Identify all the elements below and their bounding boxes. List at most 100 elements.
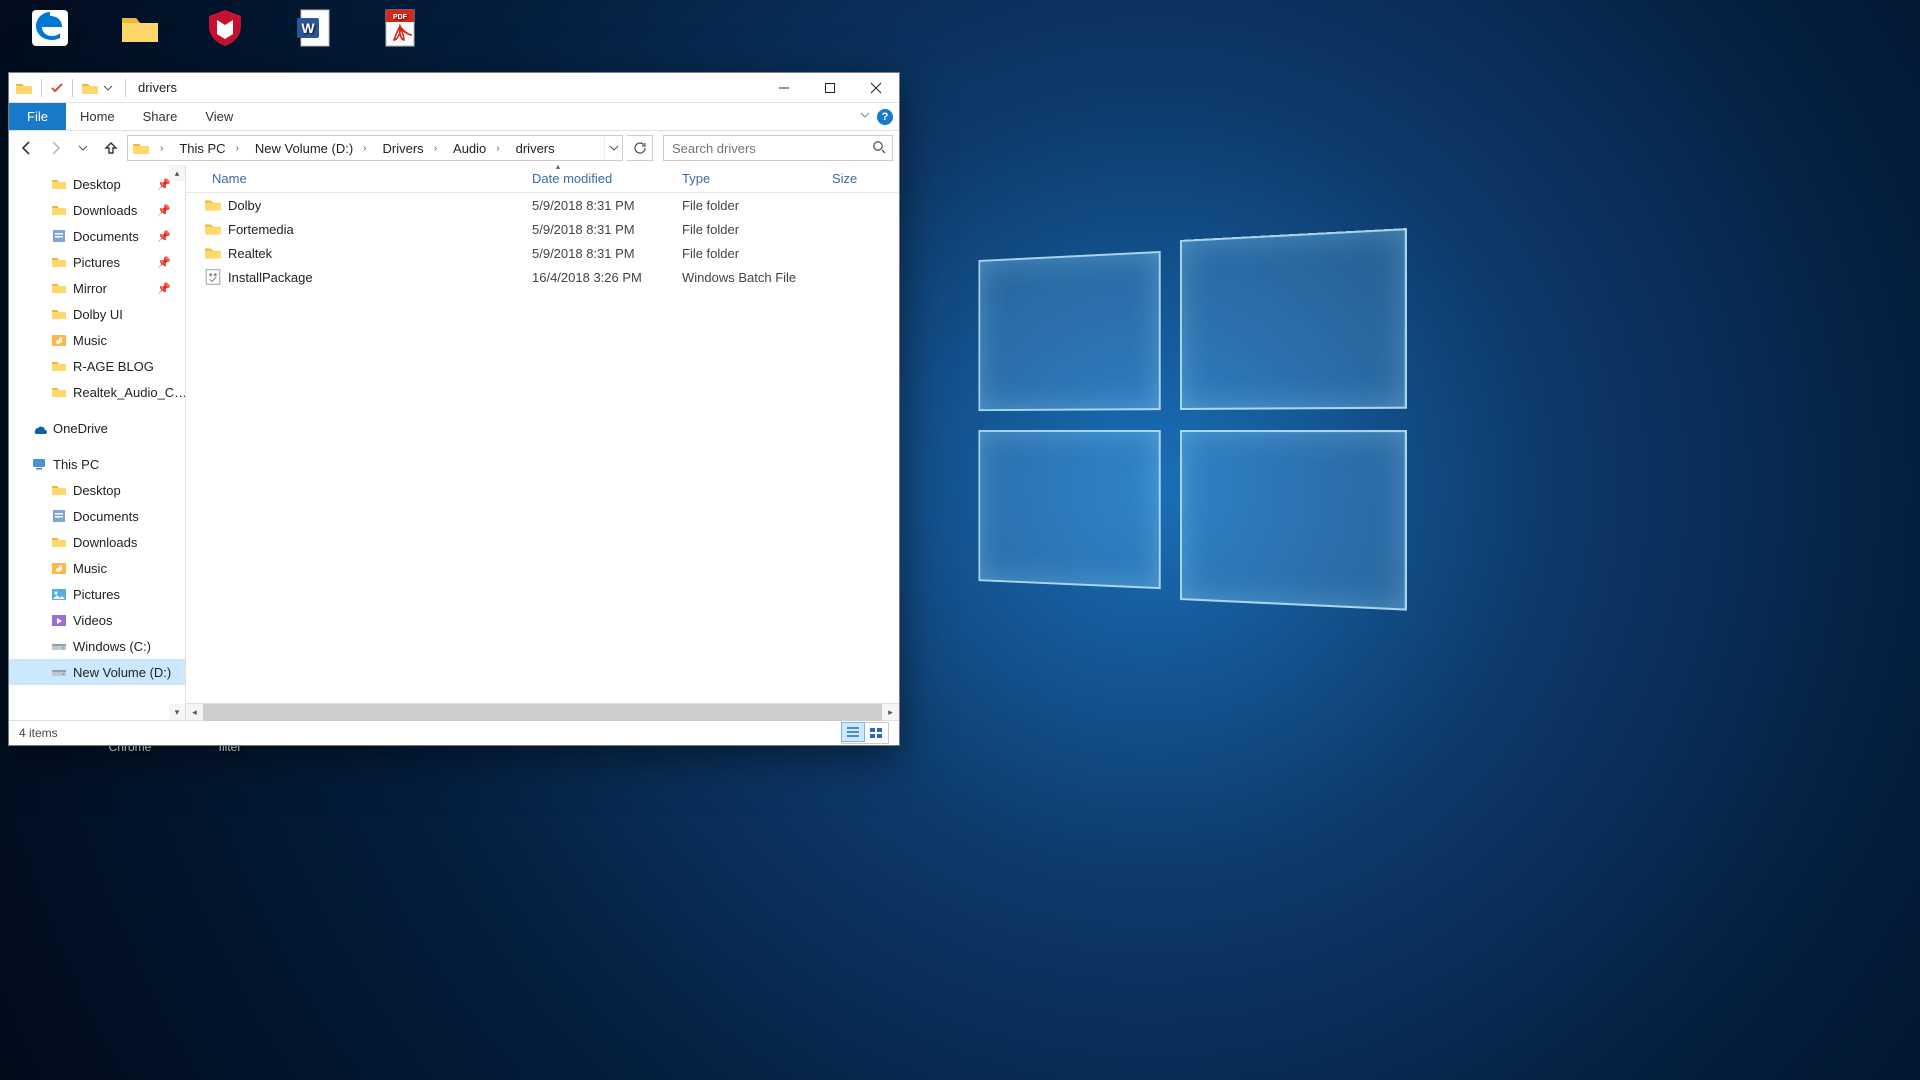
scroll-down-button[interactable]: ▾ [169,704,185,720]
nav-quick-item[interactable]: Downloads📌 [9,197,185,223]
nav-item-label: OneDrive [53,421,108,436]
column-type[interactable]: Type [674,171,824,186]
desktop-icon-word[interactable]: W [275,6,355,54]
file-name: Fortemedia [228,222,524,237]
desktop-icon-mcafee[interactable] [185,6,265,54]
folder-icon [51,482,67,498]
breadcrumb-segment[interactable]: Audio [443,136,490,160]
pin-icon: 📌 [157,256,171,269]
drive-icon [51,664,67,680]
maximize-button[interactable] [807,73,853,103]
folder-icon [204,244,222,262]
tab-file[interactable]: File [9,103,66,130]
minimize-button[interactable] [761,73,807,103]
breadcrumb-segment[interactable]: Drivers [373,136,428,160]
nav-item-label: Music [73,561,107,576]
nav-quick-item[interactable]: Pictures 📌 [9,249,185,275]
nav-pc-item[interactable]: Music [9,555,185,581]
checkmark-icon[interactable] [50,81,64,95]
nav-quick-item[interactable]: Dolby UI [9,301,185,327]
file-row[interactable]: InstallPackage16/4/2018 3:26 PMWindows B… [186,265,899,289]
tab-view[interactable]: View [191,103,247,130]
file-date: 5/9/2018 8:31 PM [524,198,674,213]
forward-button[interactable] [43,136,67,160]
scroll-left-button[interactable]: ◂ [186,704,203,721]
nav-item-label: Pictures [73,255,120,270]
refresh-button[interactable] [627,135,653,161]
nav-quick-item[interactable]: R-AGE BLOG [9,353,185,379]
search-box[interactable] [663,135,893,161]
chevron-right-icon[interactable]: › [357,143,372,154]
file-row[interactable]: Realtek5/9/2018 8:31 PMFile folder [186,241,899,265]
chevron-right-icon[interactable]: › [230,143,245,154]
library-icon [51,228,67,244]
nav-quick-item[interactable]: Desktop📌 [9,171,185,197]
folder-icon [204,196,222,214]
nav-item-label: Desktop [73,177,121,192]
nav-onedrive[interactable]: OneDrive [9,415,185,441]
file-type: File folder [674,198,824,213]
nav-pc-item[interactable]: New Volume (D:) [9,659,185,685]
folder-icon [118,6,162,50]
scroll-right-button[interactable]: ▸ [882,704,899,721]
folder-icon[interactable] [81,79,99,97]
nav-quick-item[interactable]: Mirror📌 [9,275,185,301]
titlebar[interactable]: drivers [9,73,899,103]
column-date[interactable]: Date modified [524,171,674,186]
chevron-down-icon[interactable] [604,136,622,160]
breadcrumb-segment[interactable]: New Volume (D:) [245,136,357,160]
folder-icon [51,280,67,296]
help-button[interactable]: ? [877,109,893,125]
breadcrumb-segment[interactable]: This PC [169,136,229,160]
details-view-button[interactable] [841,722,865,742]
folder-icon [15,79,33,97]
chevron-down-icon[interactable] [859,109,871,124]
up-button[interactable] [99,136,123,160]
nav-pc-item[interactable]: Pictures [9,581,185,607]
nav-quick-item[interactable]: Documents📌 [9,223,185,249]
nav-pc-item[interactable]: Downloads [9,529,185,555]
desktop-icon-pdf[interactable]: PDF [360,6,440,54]
word-icon: W [293,6,337,50]
edge-icon [28,6,72,50]
breadcrumb-segment[interactable]: drivers [506,136,559,160]
chevron-down-icon[interactable] [103,83,113,93]
recent-dropdown-icon[interactable] [71,136,95,160]
nav-quick-item[interactable]: Music [9,327,185,353]
sort-indicator-icon: ▴ [556,162,560,171]
chevron-right-icon[interactable]: › [154,143,169,154]
file-type: File folder [674,222,824,237]
scroll-up-button[interactable]: ▴ [169,165,185,181]
file-row[interactable]: Dolby5/9/2018 8:31 PMFile folder [186,193,899,217]
horizontal-scrollbar[interactable]: ◂ ▸ [186,703,899,720]
nav-item-label: Mirror [73,281,107,296]
nav-quick-item[interactable]: Realtek_Audio_C… [9,379,185,405]
nav-pc-item[interactable]: Documents [9,503,185,529]
nav-item-label: Windows (C:) [73,639,151,654]
desktop-icon-edge[interactable] [10,6,90,54]
file-name: Realtek [228,246,524,261]
close-button[interactable] [853,73,899,103]
back-button[interactable] [15,136,39,160]
file-name: InstallPackage [228,270,524,285]
column-name[interactable]: Name [204,171,524,186]
pc-icon [31,456,47,472]
nav-pc-item[interactable]: Windows (C:) [9,633,185,659]
desktop-icon-folder[interactable] [100,6,180,54]
column-size[interactable]: Size [824,171,884,186]
chevron-right-icon[interactable]: › [490,143,505,154]
nav-pc-item[interactable]: Desktop [9,477,185,503]
address-bar[interactable]: › This PC › New Volume (D:) › Drivers › … [127,135,623,161]
chevron-right-icon[interactable]: › [428,143,443,154]
nav-item-label: Videos [73,613,113,628]
nav-this-pc[interactable]: This PC [9,451,185,477]
thumbnails-view-button[interactable] [864,723,888,743]
tab-share[interactable]: Share [129,103,192,130]
nav-pc-item[interactable]: Videos [9,607,185,633]
search-input[interactable] [664,141,892,156]
file-row[interactable]: Fortemedia5/9/2018 8:31 PMFile folder [186,217,899,241]
search-icon[interactable] [872,140,886,157]
tab-home[interactable]: Home [66,103,129,130]
file-list[interactable]: Dolby5/9/2018 8:31 PMFile folderFortemed… [186,193,899,703]
nav-item-label: R-AGE BLOG [73,359,154,374]
